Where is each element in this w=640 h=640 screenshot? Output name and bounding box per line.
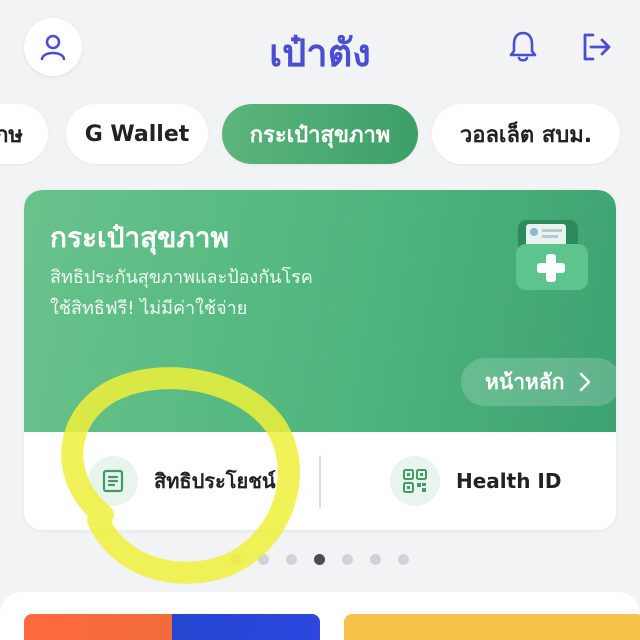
banner-title: กระเป๋าสุขภาพ <box>50 221 229 254</box>
promo-section <box>0 592 640 640</box>
logout-button[interactable] <box>577 28 615 66</box>
tab-label: กระเป๋าสุขภาพ <box>249 122 391 148</box>
tab-bond-wallet[interactable]: วอลเล็ต สบม. <box>432 104 620 164</box>
tab-g-wallet[interactable]: G Wallet <box>66 104 208 164</box>
wallet-tabs: กษ G Wallet กระเป๋าสุขภาพ วอลเล็ต สบม. <box>0 104 640 166</box>
page-dot-active[interactable] <box>314 554 325 565</box>
benefits-label: สิทธิประโยชน์ <box>154 469 276 493</box>
home-button[interactable]: หน้าหลัก <box>461 358 616 406</box>
page-dot[interactable] <box>286 554 297 565</box>
health-wallet-banner: กระเป๋าสุขภาพ สิทธิประกันสุขภาพและป้องกั… <box>24 190 616 432</box>
notification-button[interactable] <box>505 28 541 64</box>
tab-label: วอลเล็ต สบม. <box>459 122 593 148</box>
app-title: เป๋าตัง <box>269 31 371 75</box>
tab-label: G Wallet <box>84 121 190 147</box>
quick-actions: สิทธิประโยชน์ Health ID <box>24 432 616 530</box>
page-dot[interactable] <box>258 554 269 565</box>
health-wallet-card: กระเป๋าสุขภาพ สิทธิประกันสุขภาพและป้องกั… <box>24 190 616 530</box>
page-dot[interactable] <box>398 554 409 565</box>
home-button-label: หน้าหลัก <box>485 369 565 394</box>
logout-icon <box>583 33 611 61</box>
page-dot[interactable] <box>230 554 241 565</box>
health-wallet-icon <box>516 220 588 290</box>
banner-subtitle-line1: สิทธิประกันสุขภาพและป้องกันโรค <box>50 267 313 288</box>
tab-wallet-partial[interactable]: กษ <box>0 104 48 164</box>
banner-subtitle-line2: ใช้สิทธิฟรี! ไม่มีค่าใช้จ่าย <box>50 298 248 319</box>
banner-subtitle: สิทธิประกันสุขภาพและป้องกันโรค ใช้สิทธิฟ… <box>50 262 410 324</box>
chevron-right-icon <box>580 372 591 392</box>
promo-banner-paotang-pay[interactable] <box>24 614 320 640</box>
top-bar: เป๋าตัง <box>0 0 640 96</box>
bell-icon <box>509 31 537 62</box>
page-dot[interactable] <box>370 554 381 565</box>
promo-banner-yellow[interactable] <box>344 614 640 640</box>
quick-actions-divider <box>319 456 321 508</box>
benefits-button[interactable]: สิทธิประโยชน์ <box>88 432 275 530</box>
health-id-label: Health ID <box>456 469 562 493</box>
health-id-button[interactable]: Health ID <box>390 432 561 530</box>
tab-health-wallet[interactable]: กระเป๋าสุขภาพ <box>222 104 418 164</box>
page-dot[interactable] <box>342 554 353 565</box>
carousel-pagination <box>0 552 640 568</box>
document-icon <box>88 456 138 506</box>
tab-label: กษ <box>0 122 23 148</box>
qr-code-icon <box>390 456 440 506</box>
